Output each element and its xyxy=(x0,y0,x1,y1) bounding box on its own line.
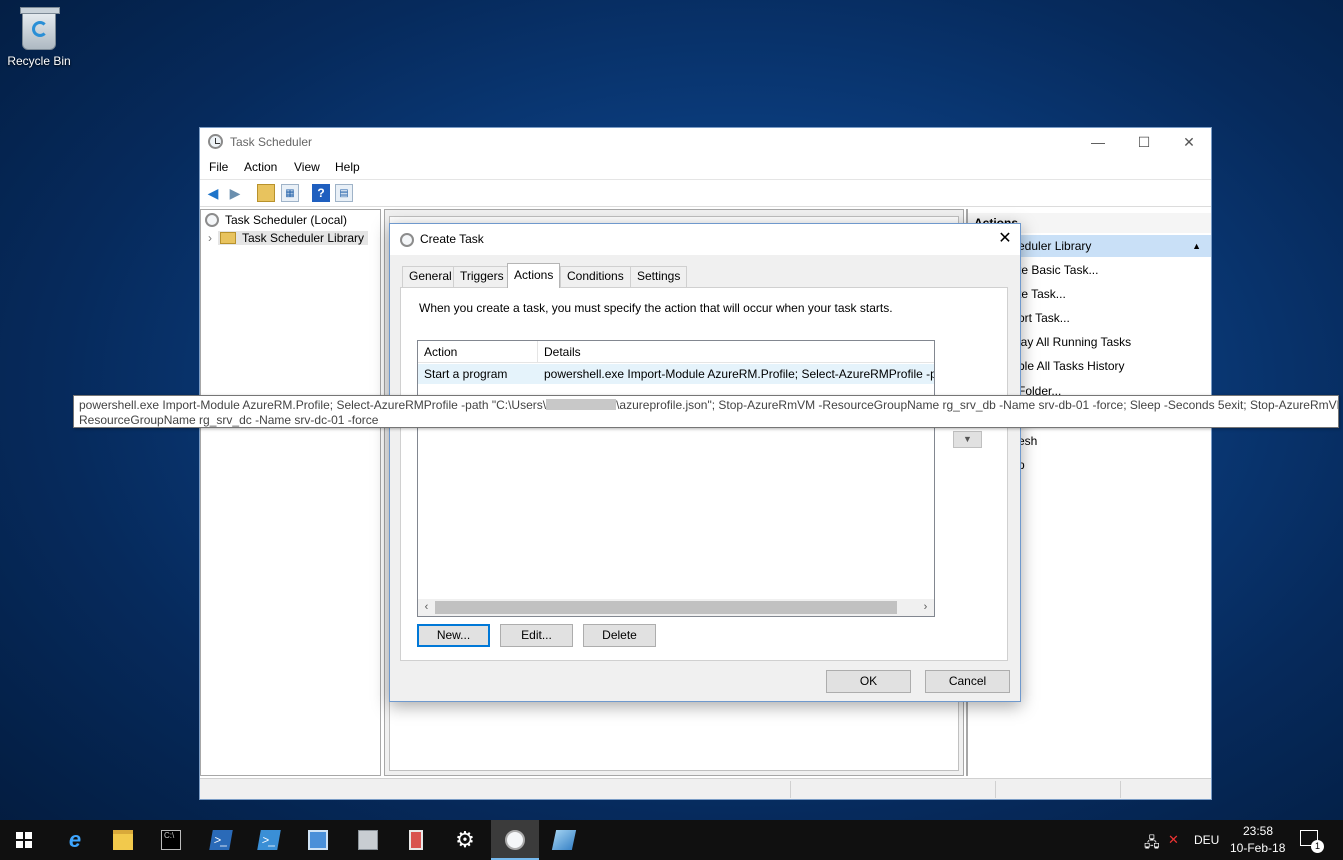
taskbar-server-manager[interactable] xyxy=(294,820,342,860)
taskbar-task-scheduler[interactable] xyxy=(491,820,539,860)
volume-muted-icon[interactable]: ✕ xyxy=(1168,832,1179,848)
taskbar-remote-desktop[interactable] xyxy=(540,820,588,860)
tab-triggers[interactable]: Triggers xyxy=(453,266,511,287)
clock-icon xyxy=(205,213,219,227)
remote-desktop-icon xyxy=(551,830,577,850)
collapse-up-icon[interactable]: ▲ xyxy=(1192,235,1201,257)
windows-logo-icon xyxy=(16,832,32,848)
actions-list[interactable]: Action Details Start a program powershel… xyxy=(417,340,935,617)
tooltip-text-part1: powershell.exe Import-Module AzureRM.Pro… xyxy=(79,398,547,412)
powershell-icon: >_ xyxy=(209,830,233,850)
dialog-title-bar[interactable]: Create Task ✕ xyxy=(390,224,1020,255)
tree-item-library[interactable]: › Task Scheduler Library xyxy=(208,229,369,247)
notification-count-badge: 1 xyxy=(1311,840,1324,853)
maximize-button[interactable]: ☐ xyxy=(1121,128,1167,156)
folder-clock-icon xyxy=(220,232,236,244)
chevron-right-icon[interactable]: › xyxy=(208,231,212,245)
actions-tab-panel: When you create a task, you must specify… xyxy=(400,287,1008,661)
status-bar xyxy=(200,778,1211,799)
title-bar[interactable]: Task Scheduler — ☐ ✕ xyxy=(200,128,1211,156)
help-icon[interactable]: ? xyxy=(312,184,330,202)
show-hide-tree-icon[interactable]: ▦ xyxy=(281,184,299,202)
command-prompt-icon: C:\ xyxy=(161,830,181,850)
taskbar-powershell-ise[interactable]: >_ xyxy=(245,820,293,860)
tree-item-root[interactable]: Task Scheduler (Local) xyxy=(205,211,347,229)
recycle-bin-icon xyxy=(20,7,60,50)
menu-bar: File Action View Help xyxy=(200,156,1211,178)
move-down-button[interactable]: ▼ xyxy=(953,431,982,448)
taskbar: e C:\ >_ >_ ⚙ 🖧 ✕ DEU 23:58 10-Feb-18 1 xyxy=(0,820,1343,860)
tooltip-line-2: ResourceGroupName rg_srv_dc -Name srv-dc… xyxy=(79,413,379,427)
taskbar-event-viewer[interactable] xyxy=(392,820,440,860)
minimize-button[interactable]: — xyxy=(1075,128,1121,156)
menu-file[interactable]: File xyxy=(209,160,228,174)
tooltip-text-part2: \azureprofile.json"; Stop-AzureRmVM -Res… xyxy=(616,398,1339,412)
menu-action[interactable]: Action xyxy=(244,160,277,174)
close-button[interactable]: ✕ xyxy=(1166,128,1212,156)
taskbar-computer-management[interactable] xyxy=(344,820,392,860)
redacted-username xyxy=(546,399,617,410)
taskbar-command-prompt[interactable]: C:\ xyxy=(147,820,195,860)
row-action: Start a program xyxy=(424,367,508,381)
window-title: Task Scheduler xyxy=(230,135,313,149)
recycle-bin-desktop-icon[interactable]: Recycle Bin xyxy=(6,7,72,68)
taskbar-powershell[interactable]: >_ xyxy=(197,820,245,860)
tree-root-label: Task Scheduler (Local) xyxy=(225,213,348,227)
delete-action-button[interactable]: Delete xyxy=(583,624,656,647)
column-details[interactable]: Details xyxy=(544,345,581,359)
tooltip-line-1: powershell.exe Import-Module AzureRM.Pro… xyxy=(79,398,1338,413)
taskbar-settings[interactable]: ⚙ xyxy=(441,820,489,860)
edit-action-button[interactable]: Edit... xyxy=(500,624,573,647)
scroll-left-icon[interactable]: ‹ xyxy=(418,600,435,615)
recycle-bin-label: Recycle Bin xyxy=(7,54,71,68)
up-folder-icon[interactable] xyxy=(257,184,275,202)
start-button[interactable] xyxy=(0,820,48,860)
dialog-close-button[interactable]: ✕ xyxy=(994,228,1016,250)
horizontal-scrollbar[interactable]: ‹ › xyxy=(418,599,934,616)
back-arrow-icon[interactable]: ◀ xyxy=(204,184,222,202)
clock-date[interactable]: 10-Feb-18 xyxy=(1230,841,1285,855)
gear-icon: ⚙ xyxy=(455,827,475,852)
row-details: powershell.exe Import-Module AzureRM.Pro… xyxy=(544,367,934,381)
clock-time[interactable]: 23:58 xyxy=(1243,824,1273,838)
clock-icon xyxy=(505,830,525,850)
table-row[interactable]: Start a program powershell.exe Import-Mo… xyxy=(418,364,934,384)
folder-icon xyxy=(113,830,133,850)
computer-management-icon xyxy=(358,830,378,850)
ok-button[interactable]: OK xyxy=(826,670,911,693)
server-manager-icon xyxy=(308,830,328,850)
taskbar-internet-explorer[interactable]: e xyxy=(51,820,99,860)
scroll-thumb[interactable] xyxy=(435,601,897,614)
actions-intro-text: When you create a task, you must specify… xyxy=(419,301,893,315)
tree-library-label: Task Scheduler Library xyxy=(242,231,365,245)
menu-view[interactable]: View xyxy=(294,160,320,174)
tab-actions[interactable]: Actions xyxy=(507,263,561,288)
language-indicator[interactable]: DEU xyxy=(1194,833,1219,847)
column-action[interactable]: Action xyxy=(424,345,457,359)
clock-icon xyxy=(400,233,414,247)
forward-arrow-icon[interactable]: ▶ xyxy=(226,184,244,202)
toolbar: ◀ ▶ ▦ ? ▤ xyxy=(200,179,1211,207)
dialog-title: Create Task xyxy=(420,232,484,246)
create-task-dialog: Create Task ✕ General Triggers Actions C… xyxy=(389,223,1021,702)
menu-help[interactable]: Help xyxy=(335,160,360,174)
show-hide-action-pane-icon[interactable]: ▤ xyxy=(335,184,353,202)
network-icon[interactable]: 🖧 xyxy=(1144,832,1160,856)
tab-general[interactable]: General xyxy=(402,266,459,287)
powershell-ise-icon: >_ xyxy=(257,830,281,850)
new-action-button[interactable]: New... xyxy=(417,624,490,647)
taskbar-file-explorer[interactable] xyxy=(99,820,147,860)
tab-settings[interactable]: Settings xyxy=(630,266,688,287)
list-header: Action Details xyxy=(418,341,934,363)
details-tooltip: powershell.exe Import-Module AzureRM.Pro… xyxy=(73,395,1339,428)
tab-conditions[interactable]: Conditions xyxy=(560,266,631,287)
internet-explorer-icon: e xyxy=(68,827,82,852)
cancel-button[interactable]: Cancel xyxy=(925,670,1010,693)
scroll-right-icon[interactable]: › xyxy=(917,600,934,615)
navigation-tree: Task Scheduler (Local) › Task Scheduler L… xyxy=(200,209,381,776)
event-viewer-icon xyxy=(409,830,423,850)
clock-icon xyxy=(208,134,223,149)
